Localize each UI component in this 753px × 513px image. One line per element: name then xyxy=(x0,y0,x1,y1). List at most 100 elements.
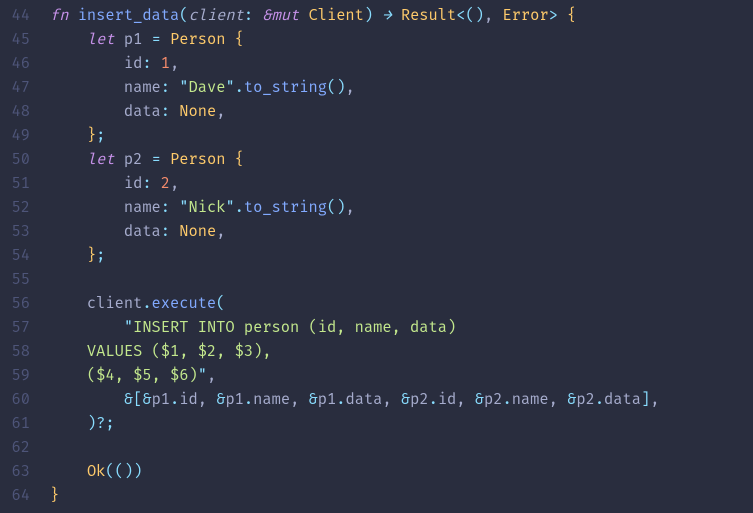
token-punc: " xyxy=(179,78,188,97)
line-number: 60 xyxy=(0,388,30,412)
token-punc: ) xyxy=(87,414,96,433)
line-number: 48 xyxy=(0,100,30,124)
token-type: Person xyxy=(170,30,225,49)
token-op: . xyxy=(235,78,244,97)
token-white: , xyxy=(382,390,400,409)
token-white: , xyxy=(207,366,216,385)
token-none: None xyxy=(179,222,216,241)
token-str: ($4, $5, $6) xyxy=(50,366,198,385)
code-line[interactable]: ($4, $5, $6)", xyxy=(50,364,753,388)
token-white: , xyxy=(650,390,659,409)
code-line[interactable]: } xyxy=(50,484,753,508)
token-white xyxy=(50,78,124,97)
token-op: & xyxy=(124,390,133,409)
token-white xyxy=(50,246,87,265)
token-op: : xyxy=(161,102,170,121)
token-type: Person xyxy=(170,150,225,169)
token-white: name xyxy=(253,390,290,409)
token-op: & xyxy=(401,390,410,409)
token-kw: let xyxy=(87,30,115,49)
token-white xyxy=(170,222,179,241)
token-white: p2 xyxy=(410,390,428,409)
line-number: 55 xyxy=(0,268,30,292)
token-punc: (()) xyxy=(105,462,142,481)
token-brace: } xyxy=(87,246,96,265)
token-white xyxy=(50,414,87,433)
code-line[interactable]: client.execute( xyxy=(50,292,753,316)
token-white: p1 xyxy=(152,390,170,409)
code-line[interactable]: Ok(()) xyxy=(50,460,753,484)
token-punc: ; xyxy=(96,126,105,145)
token-white xyxy=(225,150,234,169)
token-white xyxy=(152,54,161,73)
token-fn: insert_data xyxy=(78,6,180,25)
line-number: 53 xyxy=(0,220,30,244)
token-white: p2 xyxy=(576,390,594,409)
code-line[interactable]: )?; xyxy=(50,412,753,436)
token-white: , xyxy=(170,174,179,193)
line-number: 59 xyxy=(0,364,30,388)
token-white: p2 xyxy=(484,390,502,409)
code-line[interactable]: VALUES ($1, $2, $3), xyxy=(50,340,753,364)
token-brace: { xyxy=(567,6,576,25)
token-op: : xyxy=(142,174,151,193)
token-op: . xyxy=(595,390,604,409)
code-line[interactable]: id: 2, xyxy=(50,172,753,196)
token-punc: () xyxy=(327,198,345,217)
token-kw: fn xyxy=(50,6,78,25)
code-line[interactable]: fn insert_data(client: &mut Client) → Re… xyxy=(50,4,753,28)
token-white: p2 xyxy=(115,150,152,169)
token-white: p1 xyxy=(115,30,152,49)
code-line[interactable]: }; xyxy=(50,124,753,148)
token-white: data xyxy=(604,390,641,409)
code-line[interactable]: let p2 = Person { xyxy=(50,148,753,172)
code-editor-content[interactable]: fn insert_data(client: &mut Client) → Re… xyxy=(40,0,753,513)
token-type: Error xyxy=(502,6,548,25)
code-line[interactable]: data: None, xyxy=(50,220,753,244)
line-number: 62 xyxy=(0,436,30,460)
line-number: 46 xyxy=(0,52,30,76)
token-str: INSERT INTO person (id, name, data) xyxy=(133,318,456,337)
token-str: Nick xyxy=(189,198,226,217)
token-white: , xyxy=(198,390,216,409)
token-punc: [ xyxy=(133,390,142,409)
token-type: Ok xyxy=(87,462,105,481)
line-number: 44 xyxy=(0,4,30,28)
token-type: Result xyxy=(401,6,456,25)
code-line[interactable] xyxy=(50,268,753,292)
token-prop: id xyxy=(124,174,142,193)
token-punc: " xyxy=(179,198,188,217)
token-brace: { xyxy=(235,150,244,169)
code-line[interactable]: }; xyxy=(50,244,753,268)
code-line[interactable]: name: "Dave".to_string(), xyxy=(50,76,753,100)
token-white xyxy=(50,462,87,481)
line-number: 64 xyxy=(0,484,30,508)
token-prop: data xyxy=(124,222,161,241)
code-line[interactable]: &[&p1.id, &p1.name, &p1.data, &p2.id, &p… xyxy=(50,388,753,412)
token-none: None xyxy=(179,102,216,121)
code-line[interactable]: name: "Nick".to_string(), xyxy=(50,196,753,220)
token-op: . xyxy=(142,294,151,313)
token-op: = xyxy=(152,30,161,49)
token-op: = xyxy=(152,150,161,169)
token-punc: <() xyxy=(456,6,484,25)
token-punc: " xyxy=(124,318,133,337)
token-white: client xyxy=(50,294,142,313)
token-fn: to_string xyxy=(244,198,327,217)
token-punc: ) xyxy=(364,6,373,25)
code-line[interactable]: data: None, xyxy=(50,100,753,124)
token-type: Client xyxy=(299,6,364,25)
token-param: client xyxy=(188,6,243,25)
token-brace: { xyxy=(235,30,244,49)
token-punc: " xyxy=(225,78,234,97)
token-op: . xyxy=(170,390,179,409)
token-white xyxy=(170,102,179,121)
line-number: 57 xyxy=(0,316,30,340)
code-line[interactable]: "INSERT INTO person (id, name, data) xyxy=(50,316,753,340)
code-line[interactable]: id: 1, xyxy=(50,52,753,76)
code-line[interactable]: let p1 = Person { xyxy=(50,28,753,52)
token-op: : xyxy=(161,78,170,97)
token-white xyxy=(50,150,87,169)
token-white: , xyxy=(484,6,502,25)
code-line[interactable] xyxy=(50,436,753,460)
